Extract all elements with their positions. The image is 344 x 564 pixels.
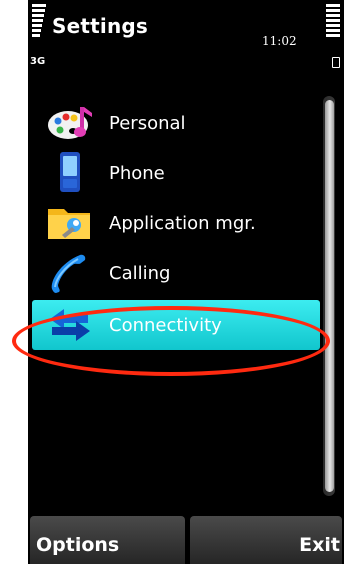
menu-item-connectivity[interactable]: Connectivity <box>32 300 320 350</box>
battery-level-icon <box>326 4 340 39</box>
folder-wrench-icon <box>48 209 90 239</box>
menu-item-label: Phone <box>109 162 165 184</box>
signal-strength-icon <box>32 4 46 39</box>
network-indicator: 3G <box>30 56 46 67</box>
palette-icon <box>48 107 92 139</box>
battery-icon <box>332 57 340 68</box>
options-softkey[interactable]: Options <box>30 516 185 564</box>
page-title: Settings <box>52 14 149 38</box>
menu-item-label: Application mgr. <box>109 212 256 234</box>
exit-label: Exit <box>299 534 340 556</box>
handset-icon <box>51 254 86 293</box>
menu-item-phone[interactable]: Phone <box>32 148 320 198</box>
menu-item-personal[interactable]: Personal <box>32 98 320 148</box>
menu-item-label: Personal <box>109 112 186 134</box>
menu-item-label: Calling <box>109 262 171 284</box>
options-label: Options <box>36 534 120 556</box>
exit-softkey[interactable]: Exit <box>190 516 342 564</box>
menu-item-label: Connectivity <box>109 314 222 336</box>
scrollbar-thumb[interactable] <box>325 100 334 492</box>
arrows-icon <box>50 309 90 341</box>
clock: 11:02 <box>262 34 297 48</box>
menu-item-application-mgr[interactable]: Application mgr. <box>32 198 320 248</box>
menu-item-calling[interactable]: Calling <box>32 248 320 298</box>
phone-icon <box>60 152 80 192</box>
phone-screen: Settings 11:02 3G Personal Phone Applica… <box>28 0 344 564</box>
